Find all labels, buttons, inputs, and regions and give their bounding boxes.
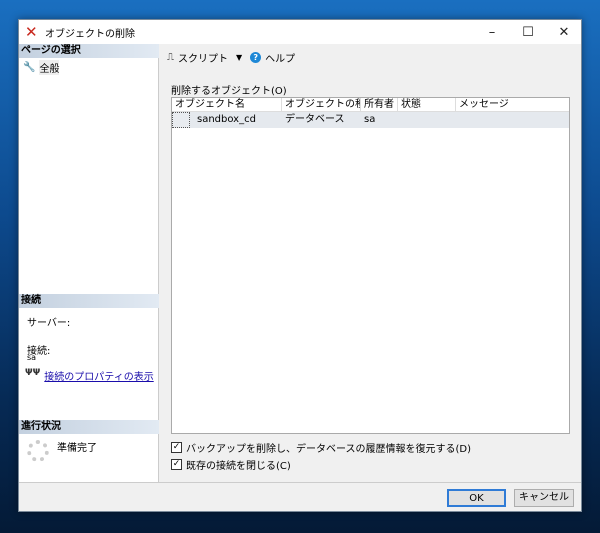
button-bar: OK キャンセル	[19, 482, 581, 512]
title-bar: ✕ オブジェクトの削除 – ☐ ✕	[19, 20, 581, 44]
close-connections-label: 既存の接続を閉じる(C)	[186, 461, 291, 472]
script-icon: ⎍	[167, 52, 174, 63]
close-button[interactable]: ✕	[546, 20, 582, 44]
delete-backup-label: バックアップを削除し、データベースの履歴情報を復元する(D)	[186, 444, 472, 455]
col-owner[interactable]: 所有者	[361, 98, 398, 111]
objects-grid: オブジェクト名 オブジェクトの種類 所有者 状態 メッセージ sandbox_c…	[171, 97, 570, 434]
help-icon: ?	[250, 52, 262, 63]
left-panel: ページの選択 🔧 全般 接続 サーバー: 接続: sa ΨΨ 接続のプロパティの…	[19, 44, 159, 483]
row-selector[interactable]	[172, 112, 190, 128]
progress-header: 進行状況	[19, 420, 159, 434]
col-object-name[interactable]: オブジェクト名	[172, 98, 282, 111]
col-object-type[interactable]: オブジェクトの種類	[282, 98, 361, 111]
cell-status	[398, 112, 456, 128]
help-button[interactable]: ヘルプ	[265, 50, 295, 65]
connection-plug-icon: ΨΨ	[25, 368, 41, 378]
cell-name: sandbox_cd	[197, 114, 256, 125]
maximize-button[interactable]: ☐	[510, 20, 546, 44]
page-item-general[interactable]: 🔧 全般	[23, 60, 60, 75]
grid-header: オブジェクト名 オブジェクトの種類 所有者 状態 メッセージ	[172, 98, 569, 112]
script-dropdown-icon[interactable]: ▼	[236, 53, 242, 62]
view-connection-properties[interactable]: ΨΨ 接続のプロパティの表示	[25, 368, 154, 383]
main-panel: ⎍ スクリプト ▼ ? ヘルプ 削除するオブジェクト(O) オブジェクト名 オブ…	[161, 44, 582, 483]
col-message[interactable]: メッセージ	[456, 98, 569, 111]
cancel-button[interactable]: キャンセル	[514, 489, 574, 507]
view-connection-properties-link[interactable]: 接続のプロパティの表示	[44, 368, 153, 383]
close-connections-option[interactable]: ✓ 既存の接続を閉じる(C)	[171, 457, 291, 472]
cell-owner: sa	[364, 114, 376, 125]
progress-spinner-icon	[27, 440, 49, 462]
progress-status: 準備完了	[57, 443, 97, 454]
delete-x-icon: ✕	[25, 23, 38, 41]
table-row[interactable]: sandbox_cd データベース sa	[172, 112, 569, 128]
delete-backup-checkbox[interactable]: ✓	[171, 442, 182, 453]
page-select-header: ページの選択	[19, 44, 159, 58]
cell-type: データベース	[285, 114, 345, 125]
toolbar: ⎍ スクリプト ▼ ? ヘルプ	[167, 50, 295, 65]
cell-message	[456, 112, 569, 128]
objects-label: 削除するオブジェクト(O)	[171, 86, 287, 97]
server-label: サーバー:	[27, 318, 71, 329]
col-status[interactable]: 状態	[398, 98, 456, 111]
minimize-button[interactable]: –	[474, 20, 510, 44]
connection-value: sa	[27, 353, 37, 362]
page-item-label: 全般	[39, 60, 60, 75]
close-connections-checkbox[interactable]: ✓	[171, 459, 182, 470]
script-button[interactable]: スクリプト	[178, 50, 228, 65]
delete-backup-option[interactable]: ✓ バックアップを削除し、データベースの履歴情報を復元する(D)	[171, 440, 471, 455]
window-title: オブジェクトの削除	[45, 28, 135, 40]
wrench-icon: 🔧	[23, 62, 36, 73]
delete-object-dialog: ✕ オブジェクトの削除 – ☐ ✕ ページの選択 🔧 全般 接続 サーバー: 接…	[18, 19, 582, 512]
ok-button[interactable]: OK	[447, 489, 506, 507]
connection-header: 接続	[19, 294, 159, 308]
